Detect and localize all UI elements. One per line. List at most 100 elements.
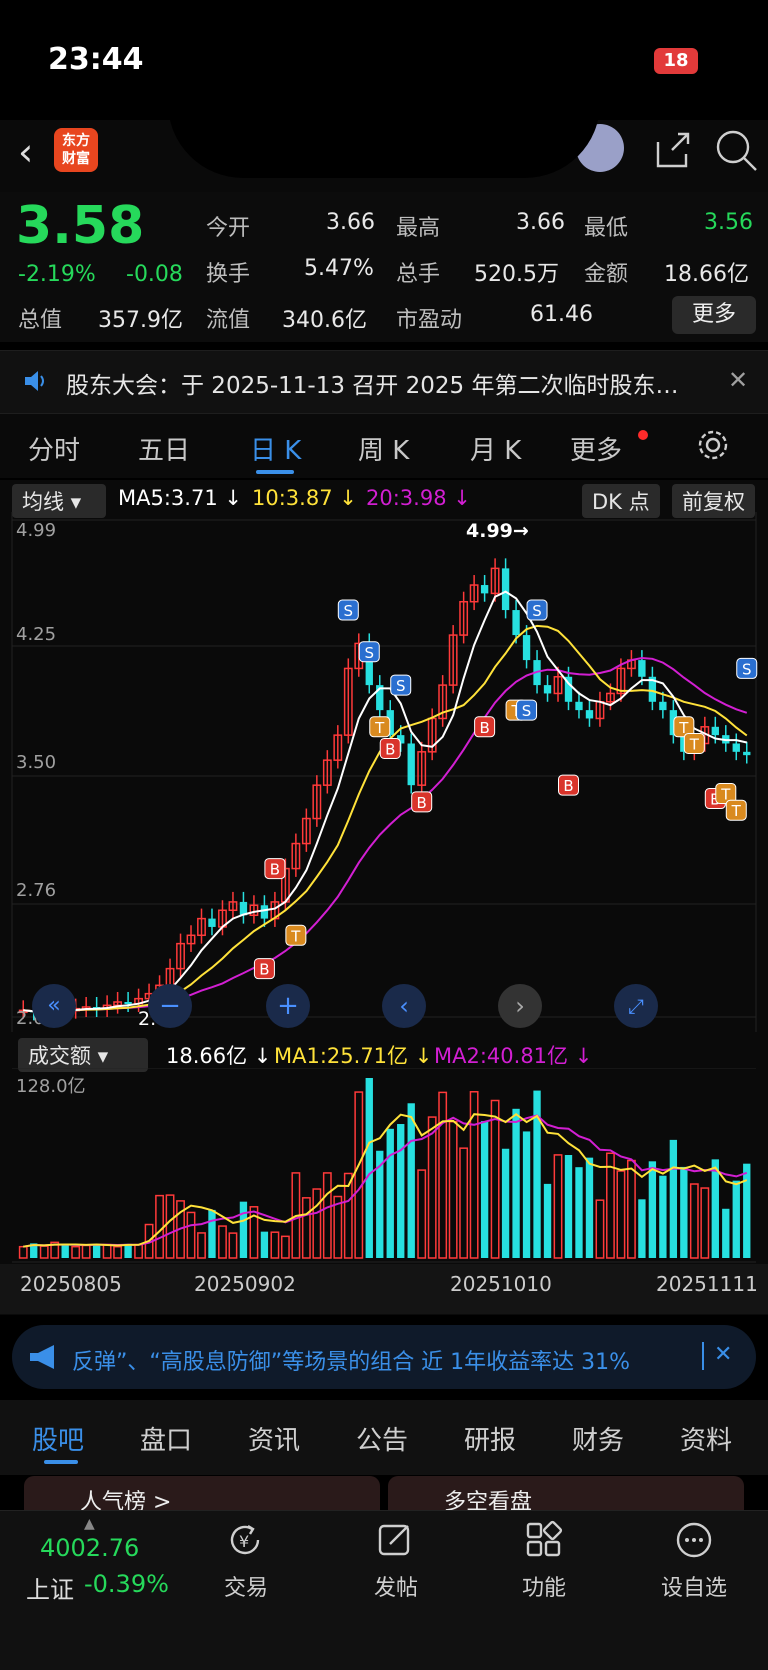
volume-ma1: MA1:25.71亿 ↓ — [274, 1040, 432, 1070]
candle-body — [208, 919, 215, 927]
volume-bar — [261, 1232, 268, 1258]
volume-bar — [156, 1196, 163, 1258]
signal-marker-label: S — [396, 677, 406, 695]
zoom-out-button[interactable]: − — [148, 984, 192, 1028]
index-value[interactable]: 4002.76 — [40, 1534, 139, 1562]
volume-bar — [733, 1181, 740, 1258]
zoom-in-button[interactable]: + — [266, 984, 310, 1028]
turnover-value: 5.47% — [304, 256, 374, 281]
high-annotation: 4.99→ — [466, 520, 529, 542]
volume-bar — [701, 1188, 708, 1258]
volume-bar — [743, 1164, 750, 1258]
volume-bar — [229, 1233, 236, 1258]
banner-close-icon[interactable]: ✕ — [714, 1342, 732, 1367]
fullscreen-button[interactable]: ⤢ — [614, 984, 658, 1028]
ma5-label: MA5:3.71 ↓ — [118, 486, 242, 510]
tab-weekly-k[interactable]: 周 K — [358, 430, 409, 467]
volume-bar — [324, 1173, 331, 1258]
amount-value: 18.66亿 — [664, 256, 749, 288]
volume-bar — [208, 1210, 215, 1258]
volume-bar — [313, 1189, 320, 1258]
volume-bar — [460, 1148, 467, 1258]
volume-bar — [20, 1247, 27, 1258]
battery-indicator: 18 — [654, 48, 698, 74]
volume-bar — [607, 1153, 614, 1258]
volume-bar — [103, 1245, 110, 1258]
volume-label: 总手 — [396, 256, 440, 288]
tab-profile[interactable]: 资料 — [680, 1420, 732, 1457]
tab-daily-k[interactable]: 日 K — [250, 430, 301, 467]
dock-post[interactable]: 发帖 — [346, 1570, 446, 1602]
notice-text: 股东大会：于 2025-11-13 召开 2025 年第二次临时股东… — [66, 366, 706, 400]
volume-bar — [366, 1078, 373, 1258]
tab-intraday[interactable]: 分时 — [28, 430, 80, 467]
watchlist-icon[interactable] — [674, 1520, 714, 1560]
share-icon[interactable] — [650, 128, 694, 172]
signal-marker-label: B — [417, 794, 427, 812]
change-amount: -0.08 — [126, 262, 183, 287]
ma20-label: 20:3.98 ↓ — [366, 486, 471, 510]
notice-close-icon[interactable]: ✕ — [728, 366, 748, 394]
volume-bar — [62, 1244, 69, 1258]
volume-bar — [240, 1202, 247, 1258]
trade-icon[interactable]: ¥ — [226, 1520, 266, 1560]
volume-bar — [303, 1198, 310, 1258]
candles-group — [20, 558, 751, 1020]
settings-gear-icon[interactable] — [696, 428, 730, 462]
candle-body — [512, 610, 519, 635]
volume-indicator-select[interactable]: 成交额 ▾ — [18, 1038, 148, 1072]
axis-label-high: 4.99 — [16, 520, 56, 541]
candle-body — [586, 710, 593, 718]
post-icon[interactable] — [376, 1520, 416, 1560]
indicator-select-label: 均线 — [22, 490, 64, 514]
tab-monthly-k[interactable]: 月 K — [470, 430, 521, 467]
tab-finance[interactable]: 财务 — [572, 1420, 624, 1457]
ma10-label: 10:3.87 ↓ — [252, 486, 357, 510]
functions-icon[interactable] — [524, 1520, 564, 1560]
date-label-1: 20250805 — [20, 1272, 122, 1296]
tab-five-day[interactable]: 五日 — [138, 430, 190, 467]
volume-amount: 18.66亿 ↓ — [166, 1040, 271, 1070]
volume-bar — [397, 1124, 404, 1258]
volume-bar — [481, 1121, 488, 1258]
tab-research[interactable]: 研报 — [464, 1420, 516, 1457]
more-button[interactable]: 更多 — [672, 296, 756, 334]
tab-pankou[interactable]: 盘口 — [140, 1420, 192, 1457]
candle-body — [261, 905, 268, 918]
volume-bar — [712, 1159, 719, 1258]
search-icon[interactable] — [712, 126, 760, 174]
ma5-line — [23, 592, 747, 1012]
scroll-right-button[interactable]: › — [498, 984, 542, 1028]
volume-bar — [628, 1161, 635, 1258]
rewind-button[interactable]: « — [32, 984, 76, 1028]
volume-bar — [722, 1209, 729, 1258]
signal-marker-label: T — [689, 735, 700, 753]
index-arrow-icon: ▲ — [84, 1516, 95, 1532]
scroll-left-button[interactable]: ‹ — [382, 984, 426, 1028]
tab-guba[interactable]: 股吧 — [32, 1420, 84, 1457]
banner-divider — [702, 1342, 704, 1370]
volume-bar — [41, 1246, 48, 1258]
tab-news[interactable]: 资讯 — [248, 1420, 300, 1457]
signal-marker-label: S — [742, 660, 752, 678]
volume-bar — [670, 1140, 677, 1258]
volume-bar — [114, 1247, 121, 1258]
volume-bar — [649, 1161, 656, 1258]
volume-bar — [282, 1236, 289, 1258]
signal-marker-label: S — [532, 602, 542, 620]
volume-bar — [512, 1109, 519, 1258]
candle-body — [544, 685, 551, 693]
volume-bar — [418, 1170, 425, 1258]
back-icon[interactable]: ‹ — [18, 130, 33, 174]
dock-add-watchlist[interactable]: 设自选 — [644, 1570, 744, 1602]
axis-label-3: 3.50 — [16, 752, 56, 773]
signal-marker-label: B — [270, 861, 280, 879]
dock-functions[interactable]: 功能 — [494, 1570, 594, 1602]
float-cap-value: 340.6亿 — [282, 302, 367, 334]
tab-more[interactable]: 更多 — [570, 430, 622, 467]
dock-trade[interactable]: 交易 — [196, 1570, 296, 1602]
tab-announcement[interactable]: 公告 — [356, 1420, 408, 1457]
ma20-line — [23, 658, 747, 1011]
app-logo: 东方 财富 — [54, 128, 98, 172]
volume-bar — [554, 1155, 561, 1258]
